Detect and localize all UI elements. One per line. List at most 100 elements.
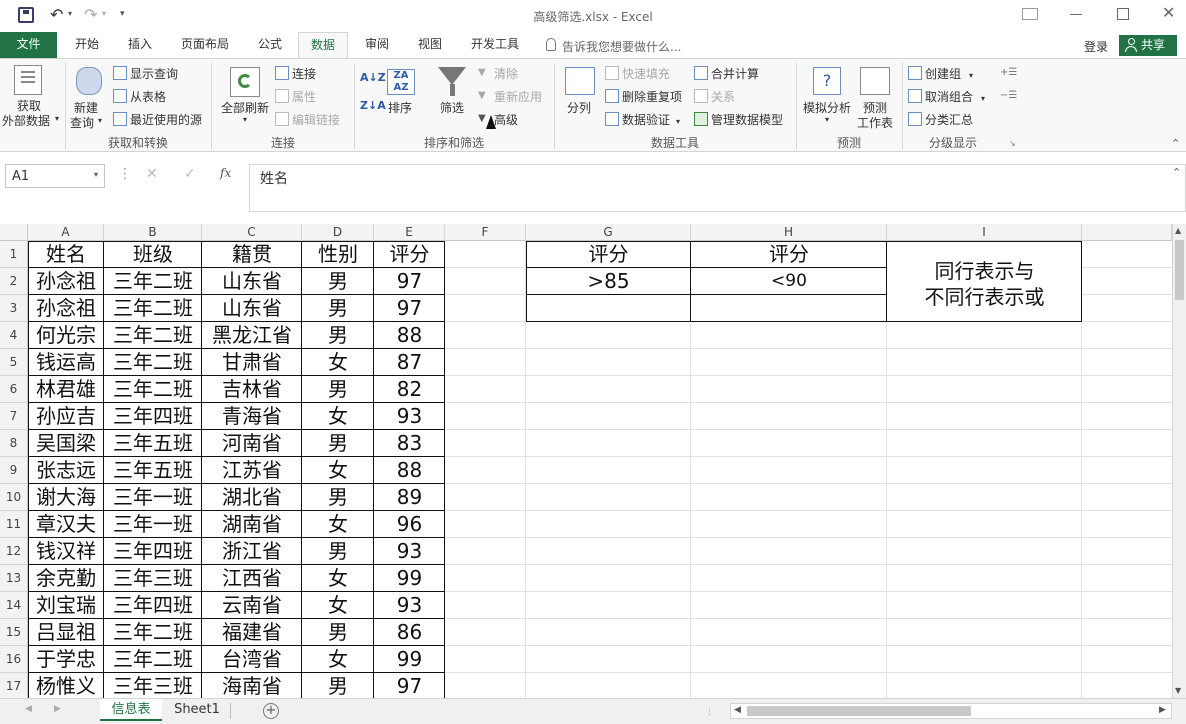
scroll-thumb[interactable] — [1175, 240, 1184, 300]
table-cell[interactable]: 女 — [302, 349, 374, 376]
column-header-I[interactable]: I — [887, 224, 1082, 241]
tab-developer[interactable]: 开发工具 — [460, 32, 530, 58]
forecast-sheet-label2[interactable]: 工作表 — [857, 114, 893, 131]
row-header-8[interactable]: 8 — [0, 430, 28, 457]
row-header-14[interactable]: 14 — [0, 592, 28, 619]
table-cell[interactable]: 三年二班 — [104, 376, 202, 403]
next-sheet-icon[interactable]: ▶ — [54, 704, 61, 714]
tab-formulas[interactable]: 公式 — [245, 32, 295, 58]
filter-button[interactable]: 筛选 — [440, 99, 464, 116]
properties-button[interactable]: 属性 — [275, 88, 316, 105]
table-cell[interactable]: 三年一班 — [104, 484, 202, 511]
table-cell[interactable]: 99 — [374, 646, 445, 673]
table-cell[interactable]: 甘肃省 — [202, 349, 302, 376]
table-header-cell[interactable]: 姓名 — [28, 241, 104, 268]
share-button[interactable]: 共享 — [1119, 35, 1177, 56]
table-cell[interactable]: 97 — [374, 673, 445, 698]
table-cell[interactable]: 湖北省 — [202, 484, 302, 511]
tab-view[interactable]: 视图 — [405, 32, 455, 58]
table-cell[interactable]: 福建省 — [202, 619, 302, 646]
remove-duplicates-button[interactable]: 删除重复项 — [605, 88, 682, 105]
text-to-columns-button[interactable]: 分列 — [567, 99, 591, 116]
table-cell[interactable]: 83 — [374, 430, 445, 457]
column-header-C[interactable]: C — [202, 224, 302, 241]
table-header-cell[interactable]: 班级 — [104, 241, 202, 268]
table-cell[interactable]: 杨惟义 — [28, 673, 104, 698]
table-cell[interactable]: 三年五班 — [104, 457, 202, 484]
insert-function-icon[interactable]: fx — [220, 166, 231, 180]
login-link[interactable]: 登录 — [1084, 38, 1108, 55]
horizontal-scrollbar[interactable]: ◀ ▶ — [730, 703, 1172, 719]
reapply-button[interactable]: ▼ 重新应用 — [478, 88, 542, 105]
select-all-button[interactable] — [0, 224, 28, 241]
hide-detail-icon[interactable]: −☰ — [1000, 90, 1017, 101]
row-header-3[interactable]: 3 — [0, 295, 28, 322]
edit-links-button[interactable]: 编辑链接 — [275, 111, 340, 128]
table-cell[interactable]: 86 — [374, 619, 445, 646]
criteria-header-cell[interactable]: 评分 — [691, 241, 887, 268]
tab-file[interactable]: 文件 — [0, 32, 57, 58]
table-cell[interactable]: 台湾省 — [202, 646, 302, 673]
criteria-header-cell[interactable]: 评分 — [526, 241, 691, 268]
refresh-all-label[interactable]: 全部刷新 — [221, 99, 269, 116]
table-cell[interactable]: 云南省 — [202, 592, 302, 619]
clear-button[interactable]: ▼ 清除 — [478, 65, 518, 82]
row-header-12[interactable]: 12 — [0, 538, 28, 565]
table-cell[interactable]: 山东省 — [202, 268, 302, 295]
row-header-9[interactable]: 9 — [0, 457, 28, 484]
consolidate-button[interactable]: 合并计算 — [694, 65, 759, 82]
table-header-cell[interactable]: 性别 — [302, 241, 374, 268]
table-cell[interactable]: 钱运高 — [28, 349, 104, 376]
enter-icon[interactable]: ✓ — [184, 166, 196, 182]
table-cell[interactable]: 男 — [302, 673, 374, 698]
sort-ascending-icon[interactable]: A↓Z — [360, 71, 386, 84]
scroll-up-icon[interactable]: ▲ — [1175, 226, 1181, 235]
group-button[interactable]: 创建组 ▾ — [908, 65, 973, 82]
table-cell[interactable]: 女 — [302, 457, 374, 484]
tab-data[interactable]: 数据 — [298, 32, 348, 58]
table-cell[interactable]: 88 — [374, 457, 445, 484]
cancel-icon[interactable]: ✕ — [146, 166, 158, 182]
table-cell[interactable]: 吕显祖 — [28, 619, 104, 646]
column-header-A[interactable]: A — [28, 224, 104, 241]
column-header-G[interactable]: G — [526, 224, 691, 241]
table-cell[interactable]: 三年五班 — [104, 430, 202, 457]
table-header-cell[interactable]: 籍贯 — [202, 241, 302, 268]
column-header-B[interactable]: B — [104, 224, 202, 241]
table-cell[interactable]: 93 — [374, 538, 445, 565]
sort-descending-icon[interactable]: Z↓A — [360, 99, 386, 112]
get-external-data-label2[interactable]: 外部数据 — [2, 112, 50, 129]
table-cell[interactable]: 87 — [374, 349, 445, 376]
table-cell[interactable]: 吉林省 — [202, 376, 302, 403]
table-cell[interactable]: 于学忠 — [28, 646, 104, 673]
row-header-4[interactable]: 4 — [0, 322, 28, 349]
table-cell[interactable]: 男 — [302, 538, 374, 565]
table-cell[interactable]: 男 — [302, 268, 374, 295]
table-cell[interactable]: 青海省 — [202, 403, 302, 430]
sort-button[interactable]: 排序 — [388, 99, 412, 116]
table-cell[interactable]: 江苏省 — [202, 457, 302, 484]
table-cell[interactable]: 张志远 — [28, 457, 104, 484]
table-cell[interactable]: 三年四班 — [104, 538, 202, 565]
connections-button[interactable]: 连接 — [275, 65, 316, 82]
table-cell[interactable]: 湖南省 — [202, 511, 302, 538]
sheet-tab-sheet1[interactable]: Sheet1 — [166, 699, 228, 721]
vertical-scrollbar[interactable]: ▲ ▼ — [1172, 224, 1186, 698]
table-cell[interactable]: 男 — [302, 484, 374, 511]
table-cell[interactable]: 三年二班 — [104, 322, 202, 349]
table-cell[interactable]: 三年一班 — [104, 511, 202, 538]
table-cell[interactable]: 三年三班 — [104, 565, 202, 592]
table-cell[interactable]: 三年四班 — [104, 403, 202, 430]
table-cell[interactable]: 男 — [302, 295, 374, 322]
scroll-left-icon[interactable]: ◀ — [734, 705, 741, 715]
row-header-15[interactable]: 15 — [0, 619, 28, 646]
column-header-F[interactable]: F — [445, 224, 526, 241]
row-header-6[interactable]: 6 — [0, 376, 28, 403]
criteria-value-cell[interactable]: <90 — [691, 268, 887, 295]
table-cell[interactable]: 三年四班 — [104, 592, 202, 619]
table-cell[interactable]: 93 — [374, 592, 445, 619]
table-cell[interactable]: 女 — [302, 511, 374, 538]
table-cell[interactable]: 何光宗 — [28, 322, 104, 349]
table-cell[interactable]: 江西省 — [202, 565, 302, 592]
row-header-17[interactable]: 17 — [0, 673, 28, 698]
